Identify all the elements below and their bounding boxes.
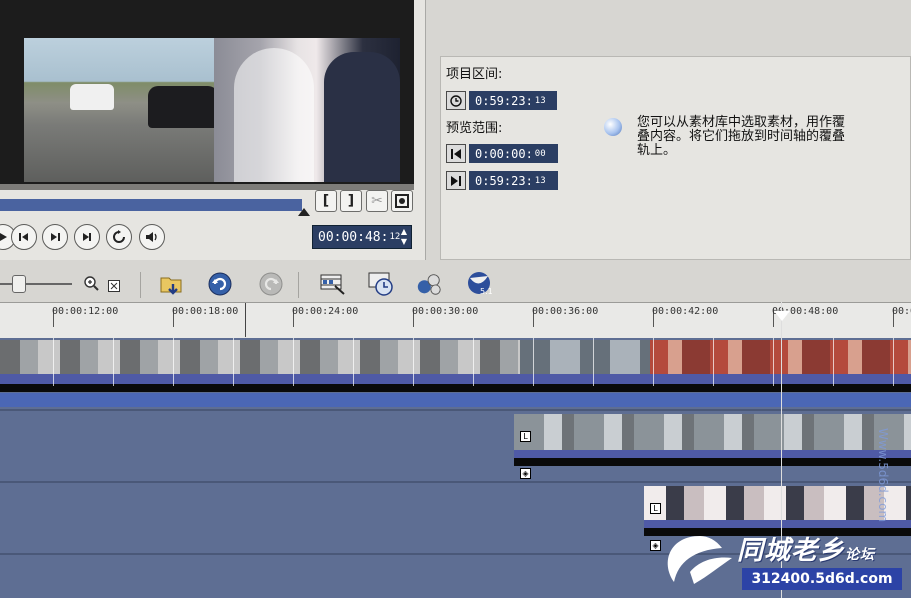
timecode-spinner[interactable]: ▲ ▼ (398, 227, 410, 247)
surround-5-1-icon[interactable]: 5.1 (466, 270, 494, 298)
playback-progress-bar[interactable] (0, 199, 302, 211)
undo-icon[interactable] (206, 270, 234, 298)
timer-record-icon[interactable] (367, 270, 395, 298)
video-track-audio (0, 374, 911, 384)
overlay-1-audio-icon: ◈ (520, 468, 531, 479)
fullscreen-icon (395, 194, 409, 208)
repeat-icon (113, 230, 125, 243)
preview-range-label: 预览范围: (446, 121, 503, 136)
ruler-label-30: 00:00:30:00 (412, 306, 479, 317)
repeat-button[interactable] (106, 224, 132, 250)
video-track-base (0, 384, 911, 392)
svg-text:5.1: 5.1 (480, 287, 493, 296)
preview-start-line (245, 303, 246, 337)
clock-icon (446, 91, 466, 110)
enlarge-preview-button[interactable] (391, 190, 413, 212)
preview-end-time: 0:59:23: 13 (469, 171, 558, 190)
ruler-label-36: 00:00:36:00 (532, 306, 599, 317)
current-timecode[interactable]: 00:00:48: 12 (312, 225, 412, 249)
zoom-slider-knob[interactable] (12, 275, 26, 293)
track-divider (0, 481, 911, 483)
dark-car (148, 86, 218, 128)
overlay-2-marker-icon: L (650, 503, 661, 514)
smart-proxy-icon[interactable] (415, 270, 443, 298)
ruler-label-42: 00:00:42:00 (652, 306, 719, 317)
project-duration-frames: 13 (534, 95, 546, 106)
overlay-1-marker-icon: L (520, 431, 531, 442)
timecode-main: 00:00:48: (318, 229, 389, 245)
overlay-hint-text: 您可以从素材库中选取素材，用作覆叠内容。将它们拖放到时间轴的覆叠轨上。 (637, 115, 846, 158)
timeline-toolbar (0, 262, 911, 302)
speaker-icon (146, 232, 157, 242)
watermark-title-sub: 论坛 (845, 547, 876, 563)
play-icon (0, 233, 7, 241)
video-preview (0, 0, 414, 186)
preview-start-time: 0:00:00: 00 (469, 144, 558, 163)
preview-start-frames: 00 (534, 148, 546, 159)
project-duration: 0:59:23: 13 (469, 91, 557, 110)
previous-frame-button[interactable] (11, 224, 37, 250)
project-duration-main: 0:59:23: (475, 93, 533, 108)
project-range-label: 项目区间: (446, 67, 503, 82)
insert-media-icon[interactable] (158, 270, 186, 298)
bulb-icon (604, 118, 622, 136)
watermark-logo-icon (667, 536, 732, 584)
white-car (70, 84, 114, 110)
preview-start-main: 0:00:00: (475, 146, 533, 161)
zoom-slider-track[interactable] (0, 283, 72, 285)
toolbar-separator (140, 272, 141, 298)
groom-figure (324, 52, 400, 182)
video-track-band (0, 393, 911, 407)
watermark-url: 312400.5d6d.com (742, 568, 902, 590)
cut-clip-button[interactable]: ✂ (366, 190, 388, 212)
ruler-label-12: 00:00:12:00 (52, 306, 119, 317)
next-frame-button[interactable] (42, 224, 68, 250)
vertical-watermark: Www.5d6d.com (876, 428, 890, 523)
video-frame-bride (214, 38, 400, 182)
playback-scrubber[interactable] (298, 208, 310, 216)
batch-convert-icon[interactable] (319, 270, 347, 298)
overlay-1-base (514, 458, 911, 466)
toolbar-separator (298, 272, 299, 298)
mark-out-button[interactable]: ] (340, 190, 362, 212)
redo-icon[interactable] (257, 270, 285, 298)
mark-in-icon[interactable] (446, 144, 466, 163)
ruler-label-18: 00:00:18:00 (172, 306, 239, 317)
previous-frame-icon (19, 233, 28, 241)
video-frame-cars (24, 38, 218, 182)
mark-in-button[interactable]: [ (315, 190, 337, 212)
preview-panel: [ ] ✂ 00:00:48: 12 ▲ ▼ (0, 0, 426, 260)
video-thumbnails-street (520, 340, 650, 376)
mark-out-icon[interactable] (446, 171, 466, 190)
preview-end-main: 0:59:23: (475, 173, 533, 188)
watermark-title: 同城老乡论坛 (737, 530, 911, 567)
ruler-label-24: 00:00:24:00 (292, 306, 359, 317)
track-divider (0, 409, 911, 411)
preview-end-frames: 13 (534, 175, 546, 186)
volume-button[interactable] (139, 224, 165, 250)
next-frame-icon (51, 233, 60, 241)
playhead-marker-icon[interactable] (774, 311, 790, 321)
end-icon (83, 233, 91, 241)
bride-veil (234, 48, 314, 182)
fit-project-icon[interactable] (108, 277, 120, 292)
ruler-label-54: 00:0 (892, 306, 911, 317)
video-thumbnails (0, 340, 520, 376)
watermark-title-main: 同城老乡 (737, 536, 846, 566)
jump-end-button[interactable] (74, 224, 100, 250)
zoom-in-icon[interactable] (83, 275, 99, 291)
